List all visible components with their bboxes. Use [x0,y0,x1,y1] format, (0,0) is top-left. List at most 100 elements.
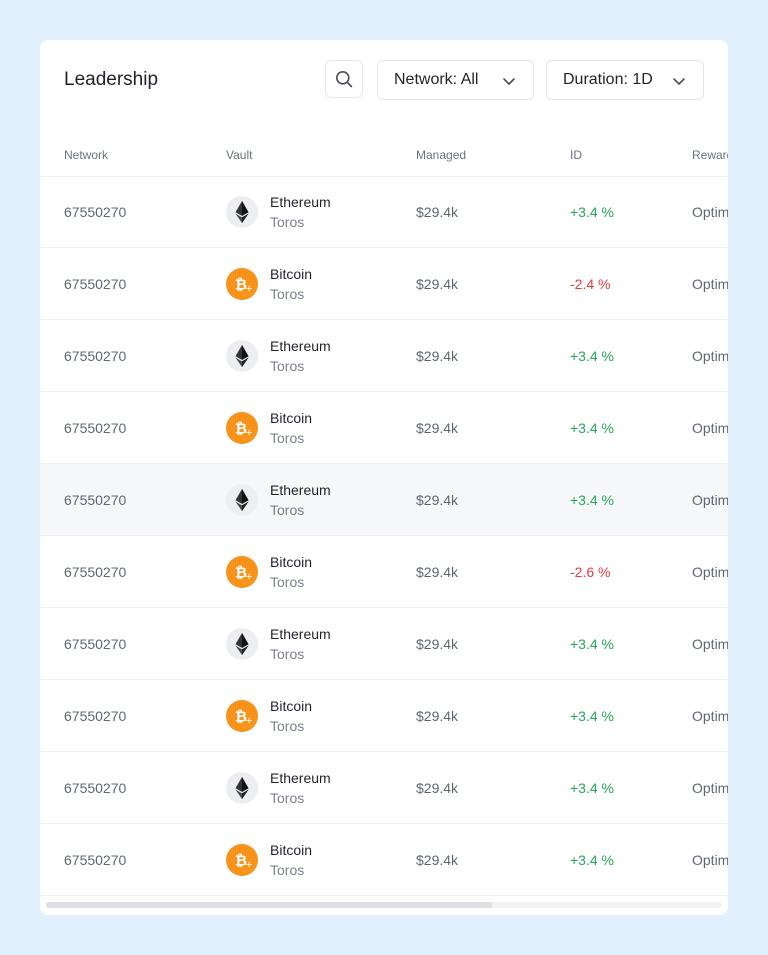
reward-cell: Optimism [692,636,728,652]
network-id-cell: 67550270 [64,852,127,868]
change-percent-cell: +3.4 % [570,852,614,868]
managed-amount-cell: $29.4k [416,636,459,652]
change-percent-cell: +3.4 % [570,780,614,796]
vault-coin-avatar [226,196,258,228]
managed-amount-cell: $29.4k [416,708,459,724]
ethereum-icon [235,777,249,799]
vault-name[interactable]: Bitcoin [270,698,312,714]
table-row[interactable]: 67550270 Ethereum Toros $29.4k +3.4 % Optimis… [40,176,728,248]
vault-coin-avatar [226,772,258,804]
network-filter-dropdown[interactable]: Network: All [377,60,534,100]
vault-coin-avatar: ₿ + [226,700,258,732]
network-id-cell: 67550270 [64,420,127,436]
vault-provider: Toros [270,358,305,374]
search-button[interactable] [325,60,363,98]
horizontal-scrollbar[interactable] [46,902,722,908]
vault-name[interactable]: Bitcoin [270,410,312,426]
table-row[interactable]: 67550270 ₿+ Bitcoin Toros $29.4k -2.4 % Optimi… [40,248,728,320]
vault-provider: Toros [270,790,305,806]
vault-coin-avatar: ₿ + [226,268,258,300]
change-percent-cell: -2.4 % [570,276,611,292]
ethereum-icon [235,633,249,655]
managed-amount-cell: $29.4k [416,564,459,580]
vault-provider: Toros [270,430,305,446]
reward-cell: Optimism [692,420,728,436]
vault-coin-avatar [226,340,258,372]
column-header-network[interactable]: Network [64,148,108,162]
network-filter-label: Network: All [394,71,479,88]
network-id-cell: 67550270 [64,492,127,508]
table-row[interactable]: 67550270 Ethereum Toros $29.4k +3.4 % Optimis… [40,320,728,392]
vault-name[interactable]: Ethereum [270,482,331,498]
network-id-cell: 67550270 [64,204,127,220]
leaderboard-card: Leadership Network: All Duration: 1D Net… [40,40,728,915]
change-percent-cell: +3.4 % [570,492,614,508]
vault-name[interactable]: Ethereum [270,770,331,786]
vault-name[interactable]: Bitcoin [270,266,312,282]
network-id-cell: 67550270 [64,564,127,580]
table-row[interactable]: 67550270 Ethereum Toros $29.4k +3.4 % Optimis… [40,464,728,536]
vault-coin-avatar: ₿ + [226,844,258,876]
managed-amount-cell: $29.4k [416,348,459,364]
managed-amount-cell: $29.4k [416,276,459,292]
svg-text:+: + [246,716,253,725]
reward-cell: Optimism [692,852,728,868]
vault-provider: Toros [270,286,305,302]
vault-coin-avatar: ₿ + [226,412,258,444]
network-id-cell: 67550270 [64,636,127,652]
ethereum-icon [235,201,249,223]
reward-cell: Optimism [692,564,728,580]
search-icon [336,71,353,88]
vault-provider: Toros [270,646,305,662]
duration-filter-label: Duration: 1D [563,71,653,88]
table-row[interactable]: 67550270 ₿+ Bitcoin Toros $29.4k +3.4 % Optimi… [40,680,728,752]
svg-text:+: + [246,284,253,293]
svg-text:+: + [246,572,253,581]
vault-coin-avatar: ₿ + [226,556,258,588]
network-id-cell: 67550270 [64,276,127,292]
managed-amount-cell: $29.4k [416,204,459,220]
reward-cell: Optimism [692,780,728,796]
change-percent-cell: +3.4 % [570,636,614,652]
reward-cell: Optimism [692,204,728,220]
bitcoin-icon: ₿+ [235,564,253,582]
table-row[interactable]: 67550270 ₿+ Bitcoin Toros $29.4k +3.4 % Optimi… [40,392,728,464]
table-row[interactable]: 67550270 ₿+ Bitcoin Toros $29.4k +3.4 % Optimi… [40,824,728,896]
reward-cell: Optimism [692,708,728,724]
change-percent-cell: -2.6 % [570,564,611,580]
change-percent-cell: +3.4 % [570,348,614,364]
change-percent-cell: +3.4 % [570,420,614,436]
chevron-down-icon [673,78,685,85]
vault-coin-avatar [226,484,258,516]
network-id-cell: 67550270 [64,348,127,364]
chevron-down-icon [503,78,515,85]
vault-name[interactable]: Ethereum [270,626,331,642]
page-title: Leadership [64,69,159,90]
svg-text:+: + [246,428,253,437]
table-row[interactable]: 67550270 Ethereum Toros $29.4k +3.4 % Optimis… [40,608,728,680]
network-id-cell: 67550270 [64,708,127,724]
vault-provider: Toros [270,214,305,230]
vault-name[interactable]: Ethereum [270,338,331,354]
vault-name[interactable]: Bitcoin [270,554,312,570]
vault-coin-avatar [226,628,258,660]
column-header-id[interactable]: ID [570,148,582,162]
duration-filter-dropdown[interactable]: Duration: 1D [546,60,704,100]
reward-cell: Optimism [692,492,728,508]
bitcoin-icon: ₿+ [235,276,253,294]
vault-provider: Toros [270,502,305,518]
column-header-managed[interactable]: Managed [416,148,466,162]
managed-amount-cell: $29.4k [416,780,459,796]
reward-cell: Optimism [692,276,728,292]
column-header-vault[interactable]: Vault [226,148,252,162]
vault-name[interactable]: Ethereum [270,194,331,210]
table-row[interactable]: 67550270 Ethereum Toros $29.4k +3.4 % Optimis… [40,752,728,824]
vault-name[interactable]: Bitcoin [270,842,312,858]
change-percent-cell: +3.4 % [570,708,614,724]
table-row[interactable]: 67550270 ₿+ Bitcoin Toros $29.4k -2.6 % Optimi… [40,536,728,608]
column-header-reward[interactable]: Reward [692,148,728,162]
change-percent-cell: +3.4 % [570,204,614,220]
scrollbar-thumb[interactable] [46,902,493,908]
bitcoin-icon: ₿+ [235,420,253,438]
managed-amount-cell: $29.4k [416,852,459,868]
